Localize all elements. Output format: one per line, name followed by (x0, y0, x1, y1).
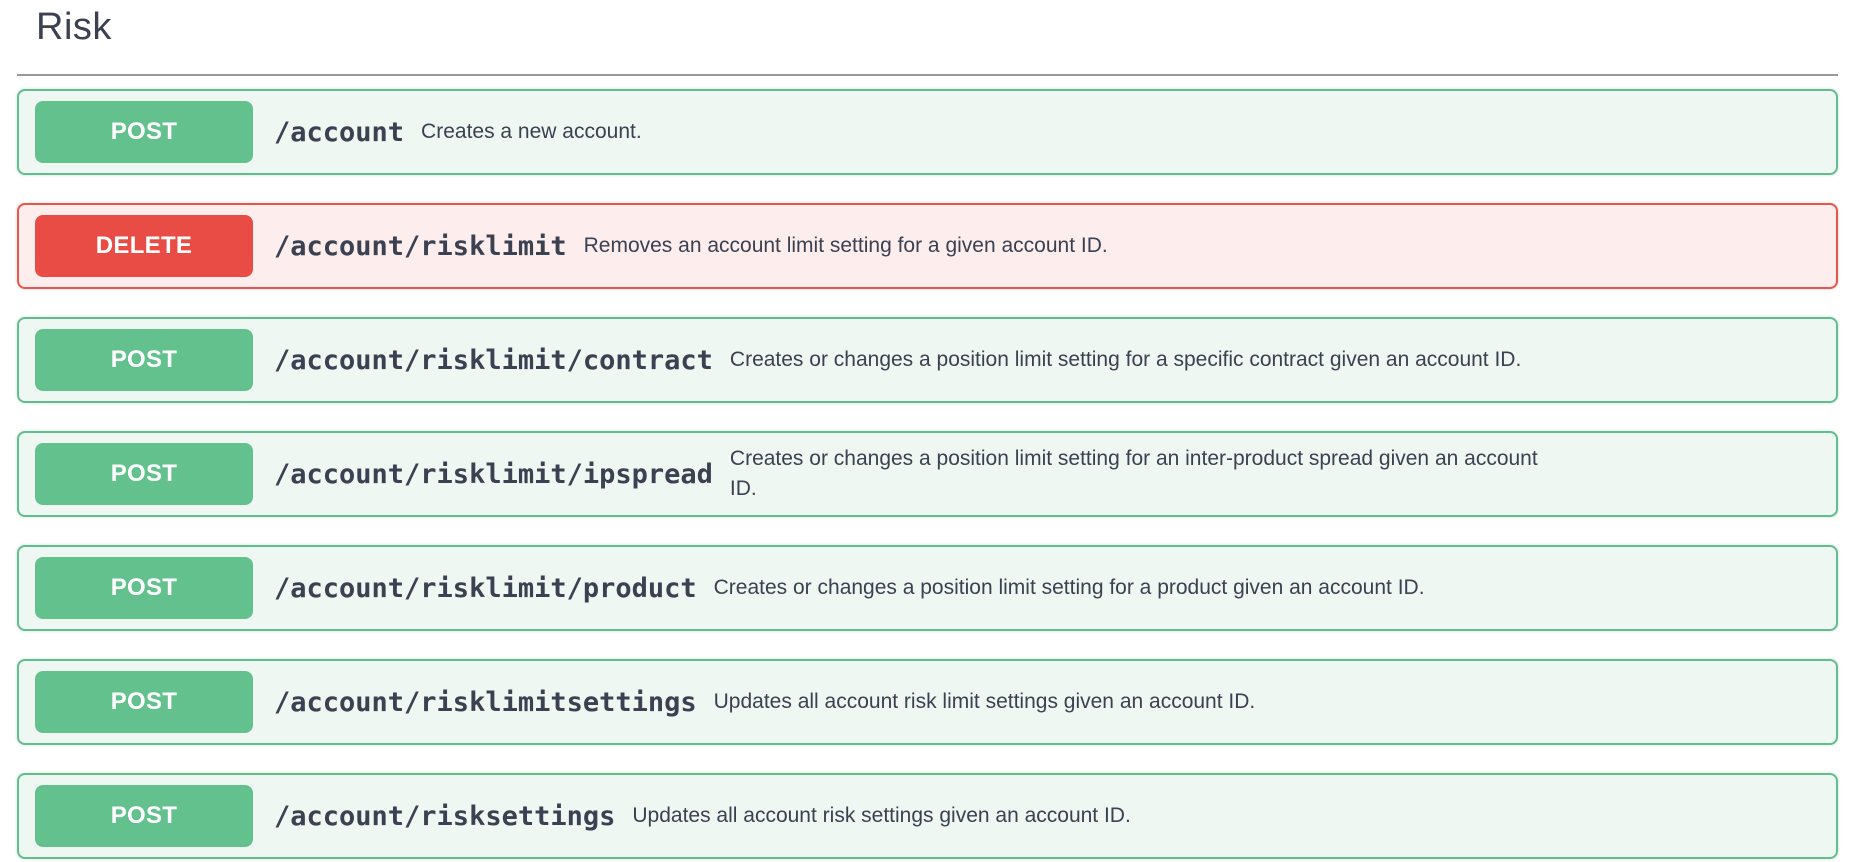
endpoint-path: /account/risklimitsettings (274, 686, 697, 718)
endpoint-row[interactable]: DELETE /account/risklimit Removes an acc… (17, 203, 1838, 289)
endpoint-row[interactable]: POST /account/risklimitsettings Updates … (17, 659, 1838, 745)
endpoint-row[interactable]: POST /account Creates a new account. (17, 89, 1838, 175)
endpoint-description: Updates all account risk limit settings … (713, 689, 1256, 713)
endpoint-description: Creates or changes a position limit sett… (729, 347, 1522, 371)
method-badge: POST (35, 785, 253, 847)
endpoint-list: POST /account Creates a new account. DEL… (17, 89, 1838, 859)
endpoint-description: Updates all account risk settings given … (632, 803, 1131, 827)
endpoint-path: /account/risksettings (274, 800, 616, 832)
endpoint-description: Creates or changes a position limit sett… (729, 446, 1538, 500)
endpoint-path: /account/risklimit/ipspread (274, 458, 713, 490)
endpoint-row[interactable]: POST /account/risklimit/product Creates … (17, 545, 1838, 631)
endpoint-row[interactable]: POST /account/risksettings Updates all a… (17, 773, 1838, 859)
endpoint-description: Removes an account limit setting for a g… (583, 233, 1108, 257)
endpoint-path: /account/risklimit/product (274, 572, 697, 604)
endpoint-path: /account (274, 116, 405, 148)
method-badge: DELETE (35, 215, 253, 277)
endpoint-row[interactable]: POST /account/risklimit/ipspread Creates… (17, 431, 1838, 517)
endpoint-path: /account/risklimit (274, 230, 567, 262)
method-badge: POST (35, 557, 253, 619)
endpoint-description: Creates a new account. (421, 119, 642, 143)
method-badge: POST (35, 101, 253, 163)
endpoint-row[interactable]: POST /account/risklimit/contract Creates… (17, 317, 1838, 403)
section-divider (17, 74, 1838, 76)
method-badge: POST (35, 443, 253, 505)
endpoint-description: Creates or changes a position limit sett… (713, 575, 1425, 599)
section-title-risk[interactable]: Risk (0, 0, 1854, 49)
endpoint-path: /account/risklimit/contract (274, 344, 713, 376)
method-badge: POST (35, 329, 253, 391)
method-badge: POST (35, 671, 253, 733)
